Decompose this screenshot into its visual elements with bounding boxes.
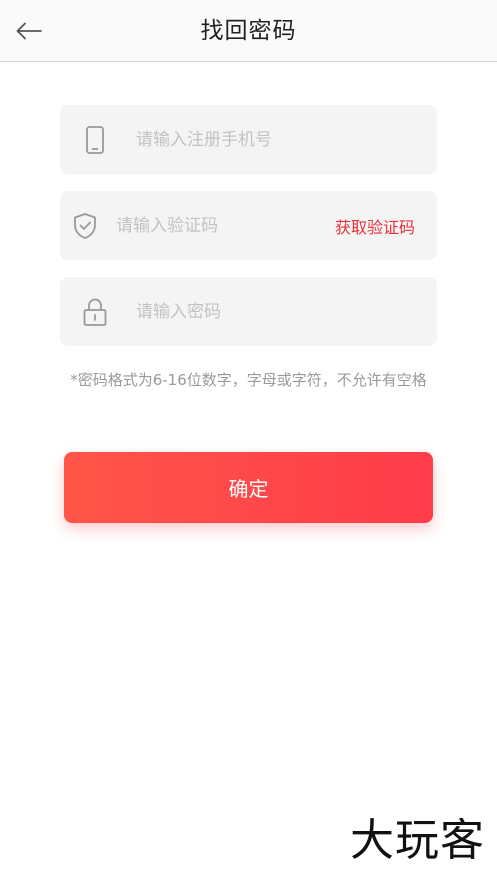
password-field-container xyxy=(60,277,437,346)
phone-input[interactable] xyxy=(130,119,437,160)
password-input[interactable] xyxy=(130,291,437,332)
page-title: 找回密码 xyxy=(200,18,297,44)
phone-icon xyxy=(60,105,130,174)
code-field-container: 获取验证码 xyxy=(60,191,437,260)
shield-check-icon xyxy=(60,191,110,260)
watermark-logo: 大玩客 xyxy=(350,815,485,866)
password-format-hint: *密码格式为6-16位数字，字母或字符，不允许有空格 xyxy=(70,371,427,389)
code-input[interactable] xyxy=(109,205,335,246)
phone-field-container xyxy=(60,105,437,174)
top-nav-bar: 找回密码 xyxy=(0,0,497,62)
get-code-button[interactable]: 获取验证码 xyxy=(335,214,437,238)
lock-icon xyxy=(60,277,130,346)
confirm-button[interactable]: 确定 xyxy=(64,452,433,523)
